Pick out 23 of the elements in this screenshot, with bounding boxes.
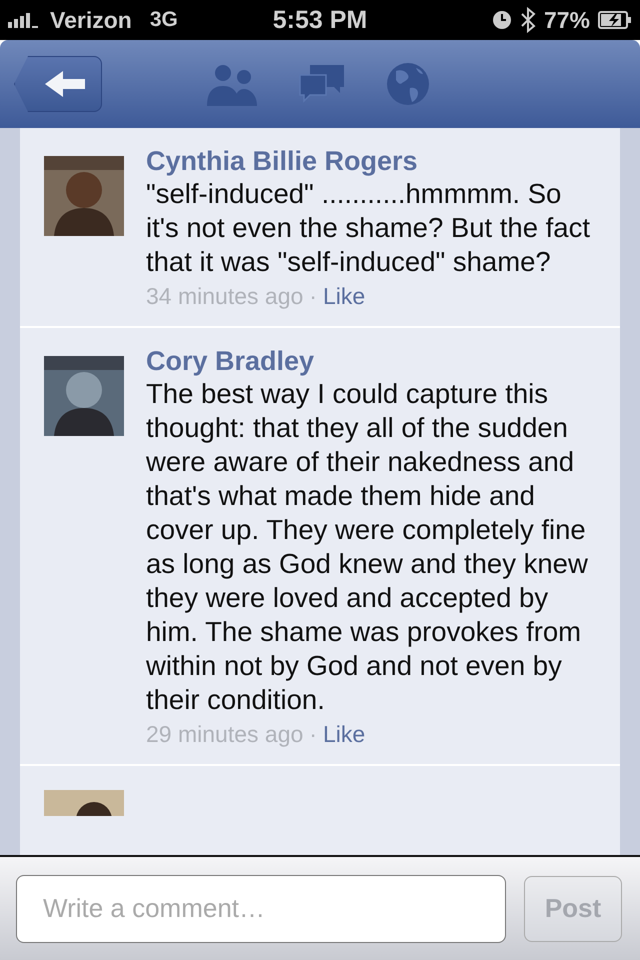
bluetooth-icon [520, 7, 536, 33]
globe-icon[interactable] [386, 62, 430, 106]
timestamp: 29 minutes ago [146, 721, 304, 748]
author-name[interactable]: Cynthia Billie Rogers [146, 146, 596, 177]
comment-text: The best way I could capture this thought: that they all of the sudden were aware of their nakedness and that's what made them hide and cover up. They were completely fine as long as God knew and they knew they were loved and accepted by him. The shame was provokes from within not by God and not even by their condition. [146, 377, 589, 717]
timestamp: 34 minutes ago [146, 283, 304, 310]
clock: 5:53 PM [272, 6, 368, 34]
author-name[interactable]: Cory Bradley [146, 346, 596, 377]
carrier-name: Verizon [50, 6, 132, 34]
back-button[interactable] [14, 56, 102, 112]
battery-icon [598, 11, 632, 29]
comment-text: "self-induced" ...........hmmmm. So it's not even the shame? But the fact that it was "self-induced" shame? [146, 177, 591, 279]
back-arrow-icon [43, 69, 87, 99]
like-link[interactable]: Like [322, 283, 366, 310]
messages-icon[interactable] [298, 63, 346, 105]
network-type: 3G [150, 8, 178, 32]
like-link[interactable]: Like [322, 721, 366, 748]
comment-field[interactable]: Write a comment… [16, 874, 506, 942]
separator-dot: · [309, 721, 317, 748]
separator-dot: · [309, 283, 317, 310]
battery-percentage: 77% [544, 6, 590, 34]
clock-icon [492, 10, 512, 30]
friends-icon[interactable] [206, 62, 258, 106]
